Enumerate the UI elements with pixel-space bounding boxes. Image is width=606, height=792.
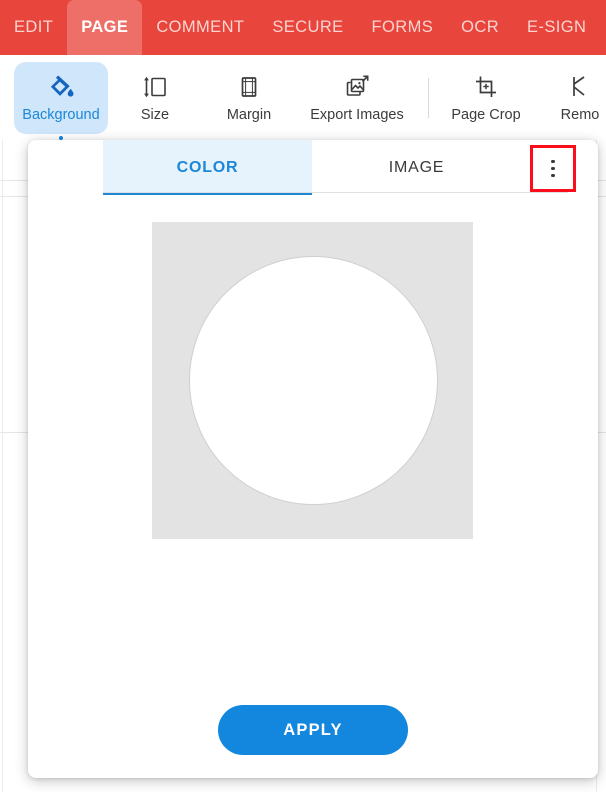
menu-item-secure[interactable]: SECURE (258, 0, 357, 55)
toolbar-active-indicator-dot (59, 135, 63, 140)
menu-item-ocr[interactable]: OCR (447, 0, 513, 55)
tab-image-label: IMAGE (388, 158, 445, 176)
tab-bar-left-spacer (28, 140, 103, 195)
tab-image[interactable]: IMAGE (312, 140, 521, 195)
menu-item-edit[interactable]: EDIT (0, 0, 67, 55)
app-root: EDIT PAGE COMMENT SECURE FORMS OCR E-SIGN Back… (0, 0, 606, 792)
toolbar-button-background[interactable]: Background (14, 61, 108, 140)
tab-color-label: COLOR (176, 158, 239, 176)
menu-item-label: COMMENT (156, 18, 245, 36)
menu-item-forms[interactable]: FORMS (358, 0, 448, 55)
export-images-icon (343, 72, 371, 102)
tab-bar-underline (103, 192, 568, 193)
dialog-overflow-menu-button[interactable] (530, 145, 576, 192)
background-settings-dialog: COLOR IMAGE APPLY (28, 140, 598, 778)
toolbar-button-label: Export Images (310, 107, 404, 123)
toolbar-button-export-images[interactable]: Export Images (296, 62, 418, 134)
toolbar-button-label: Margin (226, 107, 272, 123)
toolbar-button-margin[interactable]: Margin (202, 62, 296, 134)
selected-color-circle[interactable] (189, 256, 438, 505)
page-edge-line (2, 140, 3, 792)
apply-button[interactable]: APPLY (218, 705, 408, 755)
menu-item-label: PAGE (81, 18, 129, 36)
menu-item-label: EDIT (14, 18, 54, 36)
page-toolbar: Background Size Margin Export Images Page Cr… (0, 55, 606, 140)
page-margin-icon (237, 72, 261, 102)
toolbar-button-label: Page Crop (451, 107, 521, 123)
toolbar-button-label: Size (140, 107, 170, 123)
menu-item-label: OCR (461, 18, 500, 36)
toolbar-button-label: Background (22, 107, 100, 123)
menu-item-e-sign[interactable]: E-SIGN (513, 0, 600, 55)
menu-item-label: SECURE (272, 18, 344, 36)
toolbar-button-size[interactable]: Size (108, 62, 202, 134)
remove-icon (567, 72, 593, 102)
toolbar-button-remo[interactable]: Remo (533, 62, 606, 134)
page-crop-icon (473, 72, 499, 102)
menu-item-comment[interactable]: COMMENT (142, 0, 258, 55)
color-preview-swatch[interactable] (152, 222, 473, 539)
toolbar-separator (428, 77, 429, 118)
main-menu-bar: EDIT PAGE COMMENT SECURE FORMS OCR E-SIGN (0, 0, 606, 55)
paint-bucket-icon (48, 72, 74, 102)
toolbar-button-page-crop[interactable]: Page Crop (439, 62, 533, 134)
menu-item-label: FORMS (371, 18, 434, 36)
toolbar-button-label: Remo (560, 107, 600, 123)
menu-item-label: E-SIGN (527, 18, 587, 36)
tab-color[interactable]: COLOR (103, 140, 312, 195)
menu-item-page[interactable]: PAGE (67, 0, 143, 55)
kebab-menu-icon (551, 159, 555, 178)
page-size-icon (142, 72, 169, 102)
dialog-tab-bar: COLOR IMAGE (28, 140, 598, 195)
